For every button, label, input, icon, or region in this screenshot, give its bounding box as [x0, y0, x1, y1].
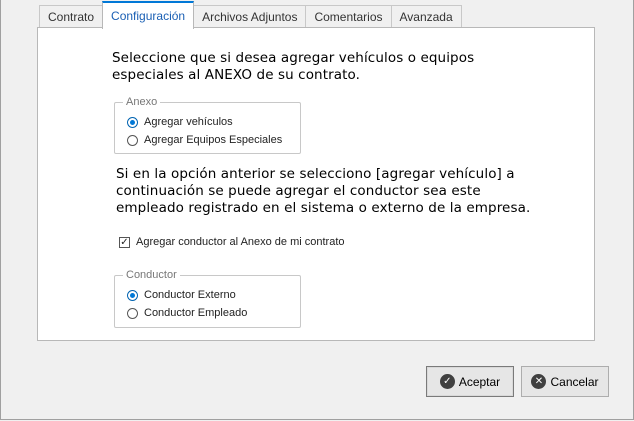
intro-line-1: Seleccione que si desea agregar vehículo…: [112, 50, 475, 66]
tab-bar: Contrato Configuración Archivos Adjuntos…: [39, 1, 462, 29]
radio-conductor-empleado[interactable]: Conductor Empleado: [127, 307, 247, 319]
tab-configuracion[interactable]: Configuración: [102, 1, 195, 29]
check-circle-icon: ✓: [439, 374, 455, 389]
radio-label: Conductor Externo: [144, 289, 236, 301]
cancel-label: Cancelar: [550, 374, 599, 389]
radio-unselected-icon[interactable]: [127, 134, 138, 146]
radio-selected-icon[interactable]: [127, 116, 138, 128]
tab-avanzada[interactable]: Avanzada: [390, 5, 462, 28]
radio-label: Agregar Equipos Especiales: [144, 134, 283, 146]
radio-unselected-icon[interactable]: [127, 307, 138, 319]
radio-agregar-vehiculos[interactable]: Agregar vehículos: [127, 116, 233, 128]
cancel-button[interactable]: ✕ Cancelar: [521, 366, 609, 397]
add-driver-checkbox[interactable]: ✓ Agregar conductor al Anexo de mi contr…: [119, 236, 345, 248]
checkmark-icon[interactable]: ✓: [119, 236, 130, 248]
radio-conductor-externo[interactable]: Conductor Externo: [127, 289, 236, 301]
radio-agregar-equipos-especiales[interactable]: Agregar Equipos Especiales: [127, 134, 282, 146]
radio-label: Agregar vehículos: [144, 116, 233, 128]
radio-selected-icon[interactable]: [127, 289, 138, 301]
note-text: Si en la opción anterior se selecciono […: [116, 166, 530, 217]
conductor-legend: Conductor: [123, 269, 180, 282]
intro-line-2: especiales al ANEXO de su contrato.: [112, 67, 361, 83]
tab-contrato[interactable]: Contrato: [39, 5, 104, 28]
accept-button[interactable]: ✓ Aceptar: [426, 366, 514, 397]
conductor-group: Conductor Conductor Externo Conductor Em…: [114, 269, 301, 328]
close-circle-icon: ✕: [531, 374, 547, 389]
radio-label: Conductor Empleado: [144, 307, 248, 319]
add-driver-label: Agregar conductor al Anexo de mi contrat…: [136, 236, 345, 248]
dialog-window: Contrato Configuración Archivos Adjuntos…: [0, 0, 634, 420]
configuracion-panel: Seleccione que si desea agregar vehículo…: [37, 27, 595, 341]
note-line-2: continuación se puede agregar el conduct…: [116, 183, 481, 199]
note-line-1: Si en la opción anterior se selecciono […: [116, 166, 515, 182]
intro-text: Seleccione que si desea agregar vehículo…: [112, 50, 474, 84]
accept-label: Aceptar: [458, 374, 501, 389]
anexo-group: Anexo Agregar vehículos Agregar Equipos …: [114, 96, 301, 154]
tab-comentarios[interactable]: Comentarios: [305, 5, 392, 28]
note-line-3: empleado registrado en el sistema o exte…: [116, 200, 531, 216]
anexo-legend: Anexo: [123, 96, 161, 109]
tab-archivos-adjuntos[interactable]: Archivos Adjuntos: [193, 5, 307, 28]
